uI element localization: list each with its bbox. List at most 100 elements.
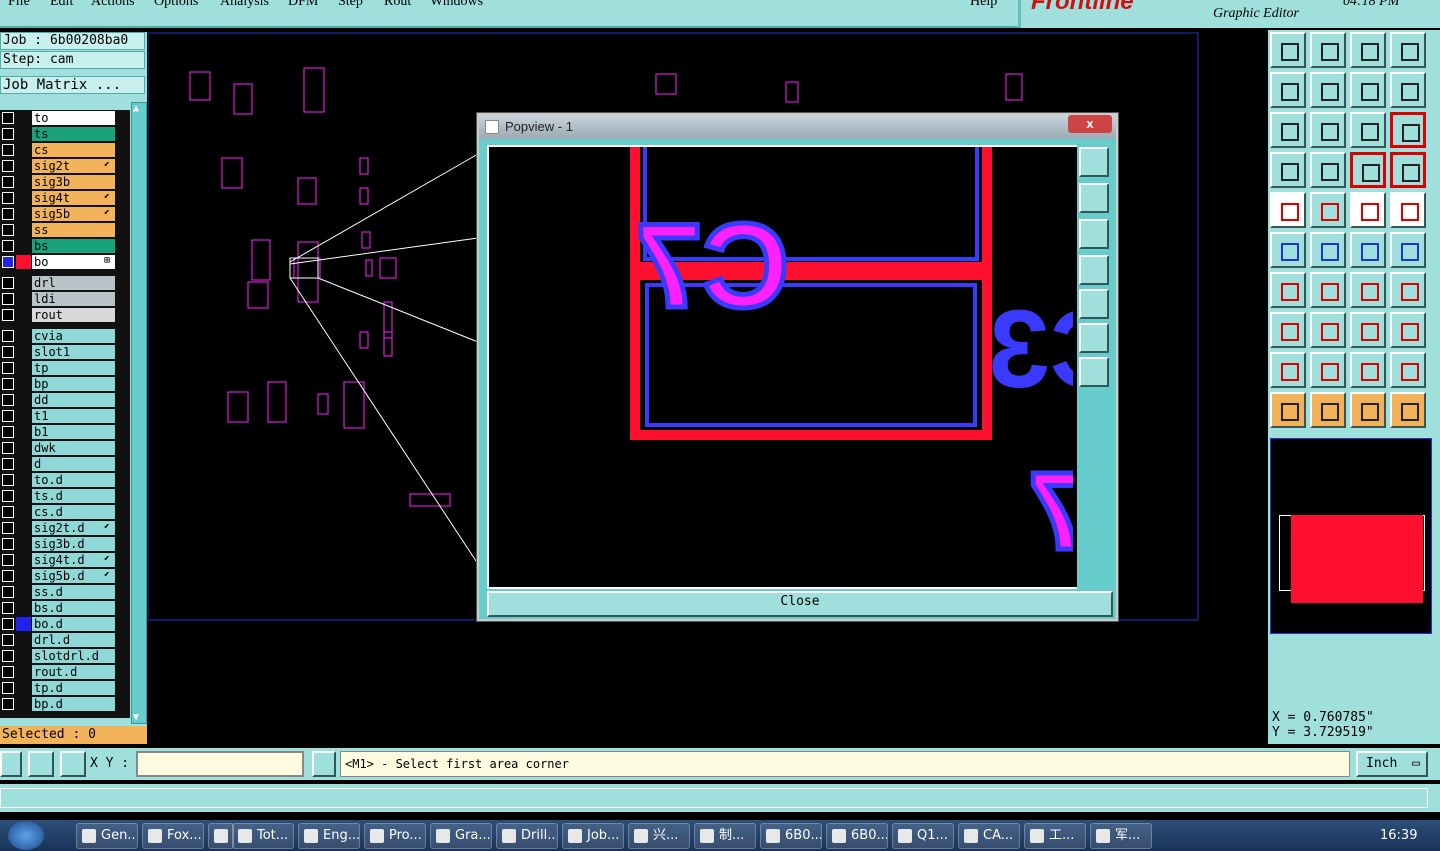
units-dropdown[interactable]: Inch ▭ (1356, 751, 1428, 777)
layer-row-rout-d[interactable]: rout.d (0, 664, 130, 680)
layer-row-ss-d[interactable]: ss.d (0, 584, 130, 600)
layer-name[interactable]: ts (32, 127, 115, 141)
move-node-icon[interactable] (1350, 232, 1386, 268)
popview-canvas[interactable]: C7 C3 C7 (487, 132, 1172, 589)
taskbar-item[interactable]: Q1... (892, 823, 954, 849)
pan-up-icon[interactable] (1079, 183, 1109, 213)
layer-checkbox[interactable] (2, 650, 14, 662)
pointer-box-icon[interactable] (1310, 392, 1346, 428)
layer-checkbox[interactable] (2, 394, 14, 406)
layer-name[interactable]: slotdrl.d (32, 649, 115, 663)
layer-checkbox[interactable] (2, 554, 14, 566)
angle-line-icon[interactable] (1270, 272, 1306, 308)
layer-checkbox[interactable] (2, 522, 14, 534)
menu-dfm[interactable]: DFM (288, 0, 318, 10)
layer-checkbox[interactable] (2, 586, 14, 598)
layer-row-sig3b-d[interactable]: sig3b.d (0, 536, 130, 552)
arch-edit-icon[interactable] (1350, 352, 1386, 388)
layer-checkbox[interactable] (2, 634, 14, 646)
layer-checkbox[interactable] (2, 490, 14, 502)
layer-row-slotdrl-d[interactable]: slotdrl.d (0, 648, 130, 664)
taskbar-clock[interactable]: 16:39 (1380, 828, 1417, 843)
layer-checkbox[interactable] (2, 426, 14, 438)
layer-name[interactable]: slot1 (32, 345, 115, 359)
layer-checkbox[interactable] (2, 698, 14, 710)
layer-checkbox[interactable] (2, 346, 14, 358)
layer-checkbox[interactable] (2, 160, 14, 172)
pad-cluster-icon[interactable] (1390, 312, 1426, 348)
measure-settings-icon[interactable] (1270, 152, 1306, 188)
layer-checkbox[interactable] (2, 277, 14, 289)
layer-row-t1[interactable]: t1 (0, 408, 130, 424)
menu-options[interactable]: Options (154, 0, 198, 10)
layer-name[interactable]: sig2t (32, 159, 115, 173)
layer-name[interactable]: to (32, 111, 115, 125)
layer-name[interactable]: bo.d (32, 617, 115, 631)
layer-checkbox[interactable] (2, 309, 14, 321)
layer-name[interactable]: ss.d (32, 585, 115, 599)
cross-delete-icon[interactable] (1310, 232, 1346, 268)
layer-name[interactable]: bo (32, 255, 115, 269)
fit-screen-icon[interactable] (1270, 112, 1306, 148)
pan-left-icon[interactable] (1270, 72, 1306, 108)
layer-checkbox[interactable] (2, 176, 14, 188)
add-node-icon[interactable] (1390, 232, 1426, 268)
layer-row-ts[interactable]: ts (0, 126, 130, 142)
ruler-icon[interactable] (1350, 192, 1386, 228)
ff-edit-icon[interactable] (1390, 272, 1426, 308)
menu-file[interactable]: File (8, 0, 30, 10)
layer-row-drl[interactable]: drl (0, 275, 130, 291)
layer-name[interactable]: bp (32, 377, 115, 391)
layer-row-sig3b[interactable]: sig3b (0, 174, 130, 190)
layer-name[interactable]: drl.d (32, 633, 115, 647)
taskbar-item[interactable]: Job... (562, 823, 624, 849)
zoom-fit-icon[interactable] (1079, 357, 1109, 387)
layer-checkbox[interactable] (2, 682, 14, 694)
snap-icon[interactable] (28, 751, 54, 777)
layer-row-sig4t[interactable]: sig4t ⬋ (0, 190, 130, 206)
layer-name[interactable]: bs.d (32, 601, 115, 615)
help-icon[interactable] (1390, 112, 1426, 148)
layer-name[interactable]: tp (32, 361, 115, 375)
minus-line-icon[interactable] (1310, 312, 1346, 348)
home-icon[interactable] (1350, 32, 1386, 68)
layer-checkbox[interactable] (2, 602, 14, 614)
layer-name[interactable]: bp.d (32, 697, 115, 711)
taskbar-item[interactable] (208, 823, 234, 849)
grid-icon[interactable] (60, 751, 86, 777)
zoom-home-icon[interactable] (1079, 323, 1109, 353)
taskbar-item[interactable]: Fox... (142, 823, 204, 849)
start-button[interactable] (8, 821, 44, 850)
layer-row-bp[interactable]: bp (0, 376, 130, 392)
layer-row-to[interactable]: to (0, 110, 130, 126)
layer-row-b1[interactable]: b1 (0, 424, 130, 440)
zoom-window-icon[interactable] (1079, 147, 1109, 177)
layer-name[interactable]: to.d (32, 473, 115, 487)
job-matrix-button[interactable]: Job Matrix ... (0, 76, 145, 94)
layer-row-cvia[interactable]: cvia (0, 328, 130, 344)
split-view-icon[interactable] (1390, 32, 1426, 68)
warning-triangle-icon[interactable] (1270, 352, 1306, 388)
menu-windows[interactable]: Windows (430, 0, 483, 10)
layer-row-cs-d[interactable]: cs.d (0, 504, 130, 520)
fit-profile-icon[interactable] (1310, 112, 1346, 148)
slash-line-icon[interactable] (1310, 272, 1346, 308)
alert-icon[interactable] (312, 751, 336, 777)
taskbar-item[interactable]: Eng... (298, 823, 360, 849)
layer-checkbox[interactable] (2, 442, 14, 454)
layer-name[interactable]: drl (32, 276, 115, 290)
layer-row-sig4t-d[interactable]: sig4t.d ⬋ (0, 552, 130, 568)
layer-name[interactable]: cvia (32, 329, 115, 343)
layer-checkbox[interactable] (2, 330, 14, 342)
taskbar-item[interactable]: 制... (694, 823, 756, 849)
layer-checkbox[interactable] (2, 474, 14, 486)
layer-name[interactable]: sig4t (32, 191, 115, 205)
layer-name[interactable]: rout.d (32, 665, 115, 679)
layer-checkbox[interactable] (2, 410, 14, 422)
layer-checkbox[interactable] (2, 256, 14, 268)
scroll-down-icon[interactable]: ▼ (133, 712, 139, 723)
layer-name[interactable]: ss (32, 223, 115, 237)
zoom-out-icon[interactable] (1310, 32, 1346, 68)
layer-row-sig5b[interactable]: sig5b ⬋ (0, 206, 130, 222)
layer-checkbox[interactable] (2, 192, 14, 204)
